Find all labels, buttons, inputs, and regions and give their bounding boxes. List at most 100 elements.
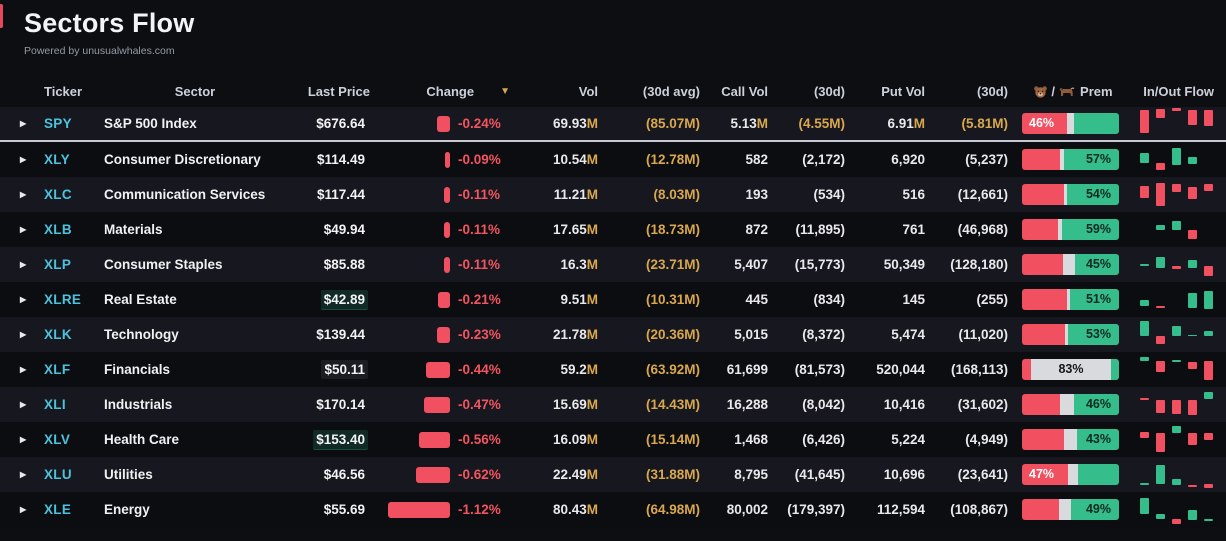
- header-change[interactable]: Change ▼: [372, 84, 512, 99]
- ticker-cell[interactable]: XLY: [38, 152, 100, 167]
- change-magnitude-bar: [426, 361, 450, 378]
- call-30d-cell: (2,172): [802, 152, 845, 167]
- ticker-cell[interactable]: XLC: [38, 187, 100, 202]
- vol-30d-avg-cell: (15.14M): [645, 432, 700, 447]
- bear-bull-premium-bar: 83%: [1022, 359, 1119, 380]
- prem-icon-slash: /: [1051, 84, 1056, 99]
- outflow-bar: [1140, 431, 1149, 438]
- table-row-xlb[interactable]: ▶ XLB Materials $49.94 -0.11% 17.65M (18…: [0, 212, 1226, 247]
- outflow-bar: [1204, 266, 1213, 277]
- ticker-cell[interactable]: XLRE: [38, 292, 100, 307]
- call-vol-cell: 582: [745, 152, 768, 167]
- expand-arrow-icon[interactable]: ▶: [0, 225, 38, 234]
- bear-bull-premium-bar: 46%: [1022, 394, 1119, 415]
- ticker-cell[interactable]: XLK: [38, 327, 100, 342]
- table-row-xlp[interactable]: ▶ XLP Consumer Staples $85.88 -0.11% 16.…: [0, 247, 1226, 282]
- header-put-30d[interactable]: (30d): [927, 84, 1010, 99]
- expand-arrow-icon[interactable]: ▶: [0, 400, 38, 409]
- prem-segment-green: 57%: [1063, 149, 1119, 170]
- table-row-xlu[interactable]: ▶ XLU Utilities $46.56 -0.62% 22.49M (31…: [0, 457, 1226, 492]
- prem-cell: 47%: [1010, 464, 1126, 485]
- outflow-bar: [1156, 306, 1165, 309]
- put-vol-cell: 516: [902, 187, 925, 202]
- table-row-xlv[interactable]: ▶ XLV Health Care $153.40 -0.56% 16.09M …: [0, 422, 1226, 457]
- table-header-row: Ticker Sector Last Price Change ▼ Vol (3…: [0, 78, 1226, 105]
- expand-arrow-icon[interactable]: ▶: [0, 155, 38, 164]
- table-row-xli[interactable]: ▶ XLI Industrials $170.14 -0.47% 15.69M …: [0, 387, 1226, 422]
- call-30d-cell: (8,372): [802, 327, 845, 342]
- prem-percent-label: 51%: [1085, 292, 1111, 306]
- expand-arrow-icon[interactable]: ▶: [0, 119, 38, 128]
- inflow-bar: [1156, 465, 1165, 484]
- left-edge-accent: [0, 4, 3, 28]
- last-price-cell: $676.64: [316, 116, 365, 131]
- ticker-cell[interactable]: XLP: [38, 257, 100, 272]
- header-ticker[interactable]: Ticker: [38, 84, 100, 99]
- prem-segment-red: [1022, 359, 1031, 380]
- sector-cell: Consumer Staples: [104, 257, 223, 272]
- expand-arrow-icon[interactable]: ▶: [0, 435, 38, 444]
- in-out-flow-cell: [1126, 494, 1226, 525]
- table-row-spy[interactable]: ▶ SPY S&P 500 Index $676.64 -0.24% 69.93…: [0, 107, 1226, 142]
- put-30d-cell: (168,113): [950, 362, 1008, 377]
- ticker-cell[interactable]: SPY: [38, 116, 100, 131]
- inflow-bar: [1172, 325, 1181, 337]
- flow-mini-chart: [1136, 354, 1218, 385]
- expand-arrow-icon[interactable]: ▶: [0, 330, 38, 339]
- inflow-bar: [1156, 256, 1165, 269]
- table-row-xlk[interactable]: ▶ XLK Technology $139.44 -0.23% 21.78M (…: [0, 317, 1226, 352]
- header-vol[interactable]: Vol: [512, 84, 600, 99]
- expand-arrow-icon[interactable]: ▶: [0, 470, 38, 479]
- sort-desc-icon[interactable]: ▼: [500, 86, 510, 97]
- inflow-bar: [1140, 153, 1149, 164]
- prem-percent-label: 45%: [1085, 257, 1111, 271]
- prem-segment-gray: [1067, 464, 1079, 485]
- expand-arrow-icon[interactable]: ▶: [0, 295, 38, 304]
- table-row-xle[interactable]: ▶ XLE Energy $55.69 -1.12% 80.43M (64.98…: [0, 492, 1226, 527]
- expand-arrow-icon[interactable]: ▶: [0, 260, 38, 269]
- header-vol-30d-avg[interactable]: (30d avg): [600, 84, 702, 99]
- prem-cell: 54%: [1010, 184, 1126, 205]
- ticker-cell[interactable]: XLF: [38, 362, 100, 377]
- ticker-cell[interactable]: XLI: [38, 397, 100, 412]
- header-call-vol[interactable]: Call Vol: [702, 84, 770, 99]
- inflow-bar: [1188, 334, 1197, 337]
- prem-percent-label: 57%: [1085, 152, 1111, 166]
- change-cell: -0.62%: [372, 466, 512, 483]
- ticker-cell[interactable]: XLB: [38, 222, 100, 237]
- expand-arrow-icon[interactable]: ▶: [0, 505, 38, 514]
- header-put-vol[interactable]: Put Vol: [847, 84, 927, 99]
- change-cell: -0.21%: [372, 291, 512, 308]
- bear-bull-premium-bar: 54%: [1022, 184, 1119, 205]
- prem-segment-red: 47%: [1022, 464, 1068, 485]
- put-vol-cell: 145: [902, 292, 925, 307]
- table-row-xlre[interactable]: ▶ XLRE Real Estate $42.89 -0.21% 9.51M (…: [0, 282, 1226, 317]
- flow-mini-chart: [1136, 214, 1218, 245]
- table-row-xlf[interactable]: ▶ XLF Financials $50.11 -0.44% 59.2M (63…: [0, 352, 1226, 387]
- table-row-xly[interactable]: ▶ XLY Consumer Discretionary $114.49 -0.…: [0, 142, 1226, 177]
- prem-percent-label: 47%: [1029, 467, 1055, 481]
- ticker-cell[interactable]: XLU: [38, 467, 100, 482]
- flow-mini-chart: [1136, 108, 1218, 139]
- inflow-bar: [1204, 331, 1213, 337]
- header-in-out-flow[interactable]: In/Out Flow: [1126, 84, 1226, 99]
- sector-cell: Financials: [104, 362, 171, 377]
- call-30d-cell: (81,573): [794, 362, 845, 377]
- ticker-cell[interactable]: XLV: [38, 432, 100, 447]
- last-price-cell: $117.44: [316, 187, 365, 202]
- expand-arrow-icon[interactable]: ▶: [0, 190, 38, 199]
- header-sector[interactable]: Sector: [100, 84, 290, 99]
- change-magnitude-bar: [424, 396, 450, 413]
- header-last-price[interactable]: Last Price: [290, 84, 372, 99]
- header-call-30d[interactable]: (30d): [770, 84, 847, 99]
- table-row-xlc[interactable]: ▶ XLC Communication Services $117.44 -0.…: [0, 177, 1226, 212]
- ticker-cell[interactable]: XLE: [38, 502, 100, 517]
- expand-arrow-icon[interactable]: ▶: [0, 365, 38, 374]
- outflow-bar: [1156, 400, 1165, 413]
- outflow-bar: [1204, 361, 1213, 381]
- put-vol-cell: 5,474: [891, 327, 925, 342]
- in-out-flow-cell: [1126, 319, 1226, 350]
- header-prem[interactable]: / Prem: [1010, 84, 1126, 99]
- change-magnitude-bar: [444, 256, 450, 273]
- call-30d-cell: (534): [813, 187, 845, 202]
